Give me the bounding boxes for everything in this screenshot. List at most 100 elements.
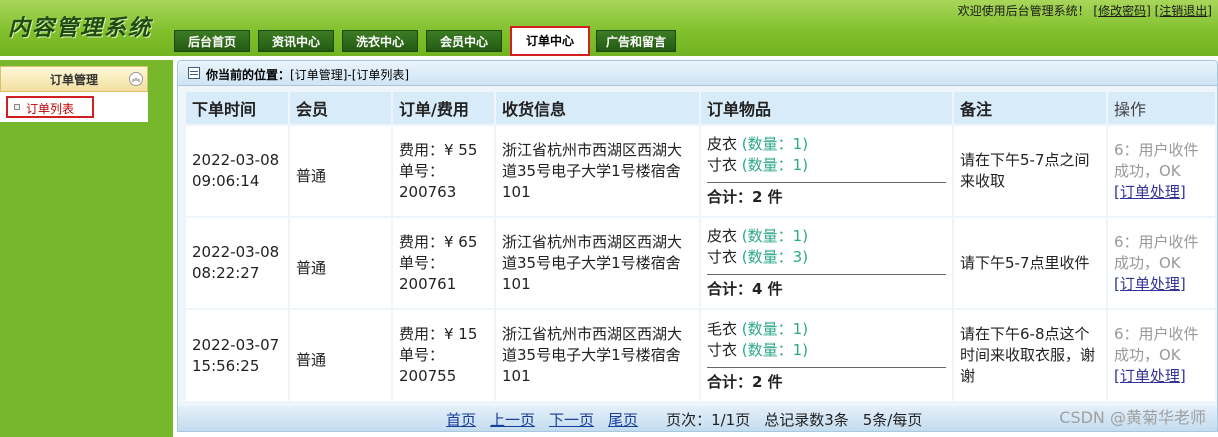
items-total: 合计：4 件 (707, 274, 946, 300)
item-qty: (数量：1) (741, 340, 809, 359)
order-status: 6：用户收件成功，OK (1114, 325, 1199, 364)
item-line: 皮衣 (数量：1) (707, 134, 946, 155)
item-line: 寸衣 (数量：1) (707, 155, 946, 176)
col-header-member: 会员 (288, 92, 392, 125)
item-qty: (数量：1) (741, 227, 809, 245)
change-password-link[interactable]: [修改密码] (1093, 4, 1150, 18)
item-name: 皮衣 (707, 135, 738, 153)
welcome-text: 欢迎使用后台管理系统！ (957, 4, 1090, 18)
tab-news[interactable]: 资讯中心 (258, 30, 334, 52)
item-line: 寸衣 (数量：1) (707, 340, 946, 361)
item-qty: (数量：3) (741, 248, 809, 266)
table-row: 2022-03-08 09:06:14 普通 费用：¥ 55 单号： 200763 浙… (186, 124, 1215, 217)
process-order-link[interactable]: [订单处理] (1114, 275, 1186, 293)
per-page: 5条/每页 (862, 411, 923, 429)
cell-order-time: 2022-03-08 08:22:27 (186, 216, 289, 309)
col-header-note: 备注 (952, 92, 1107, 125)
prev-page-link[interactable]: 上一页 (490, 411, 535, 429)
items-total: 合计：2 件 (707, 366, 946, 393)
header-bar: 内容管理系统 欢迎使用后台管理系统！ [修改密码] [注销退出] 后台首页 资讯… (0, 0, 1218, 56)
cell-note: 请在下午5-7点之间来收取 (952, 124, 1107, 217)
col-header-order-fee: 订单/费用 (391, 92, 495, 125)
order-date: 2022-03-08 (192, 151, 280, 169)
cell-items: 皮衣 (数量：1) 寸衣 (数量：3) 合计：4 件 (699, 216, 953, 309)
pagination: 首页 上一页 下一页 尾页 页次：1/1页 总记录数3条 5条/每页 (446, 409, 922, 430)
item-qty: (数量：1) (741, 135, 809, 153)
cell-note: 请下午5-7点里收件 (952, 216, 1107, 309)
cell-order-time: 2022-03-07 15:56:25 (186, 308, 289, 401)
bullet-icon (14, 104, 20, 110)
item-qty: (数量：1) (741, 319, 809, 338)
sidebar-item-label[interactable]: 订单列表 (26, 100, 74, 117)
cell-fee: 费用：¥ 55 单号： 200763 (391, 124, 495, 217)
col-header-order-time: 下单时间 (186, 92, 289, 125)
cell-action: 6：用户收件成功，OK [订单处理] (1106, 124, 1215, 217)
cell-member: 普通 (288, 124, 392, 217)
cell-items: 毛衣 (数量：1) 寸衣 (数量：1) 合计：2 件 (699, 308, 953, 401)
double-chevron-up-icon[interactable]: ︽ (129, 72, 143, 86)
cell-address: 浙江省杭州市西湖区西湖大道35号电子大学1号楼宿舍101 (494, 216, 700, 309)
process-order-link[interactable]: [订单处理] (1114, 183, 1186, 201)
item-line: 皮衣 (数量：1) (707, 226, 946, 247)
sidebar: 订单管理 ︽ 订单列表 (0, 60, 173, 437)
app-logo: 内容管理系统 (8, 16, 153, 41)
highlight-box: 订单列表 (6, 96, 94, 118)
tab-ads[interactable]: 广告和留言 (596, 30, 676, 52)
cell-member: 普通 (288, 308, 392, 401)
cell-action: 6：用户收件成功，OK [订单处理] (1106, 308, 1215, 401)
cell-address: 浙江省杭州市西湖区西湖大道35号电子大学1号楼宿舍101 (494, 124, 700, 217)
item-line: 毛衣 (数量：1) (707, 319, 946, 340)
item-line: 寸衣 (数量：3) (707, 247, 946, 268)
cell-fee: 费用：¥ 15 单号： 200755 (391, 308, 495, 401)
breadcrumb: 你当前的位置：[订单管理]-[订单列表] (206, 66, 409, 83)
first-page-link[interactable]: 首页 (446, 411, 476, 429)
cell-member: 普通 (288, 216, 392, 309)
total-records: 总记录数3条 (764, 411, 849, 429)
fee: 费用：¥ 65 (399, 232, 478, 251)
page-info: 页次：1/1页 (666, 411, 751, 429)
item-name: 皮衣 (707, 227, 738, 245)
col-header-items: 订单物品 (699, 92, 953, 125)
breadcrumb-path: [订单管理]-[订单列表] (290, 68, 410, 82)
order-no-label: 单号： (399, 161, 445, 180)
order-table: 下单时间 会员 订单/费用 收货信息 订单物品 备注 操作 2022-03-08… (186, 92, 1215, 401)
last-page-link[interactable]: 尾页 (608, 411, 638, 429)
order-date: 2022-03-07 (192, 335, 280, 354)
tab-home[interactable]: 后台首页 (174, 30, 250, 52)
cell-items: 皮衣 (数量：1) 寸衣 (数量：1) 合计：2 件 (699, 124, 953, 217)
tab-orders[interactable]: 订单中心 (510, 26, 590, 56)
order-date: 2022-03-08 (192, 243, 280, 261)
item-qty: (数量：1) (741, 156, 809, 174)
order-no-label: 单号： (399, 253, 445, 272)
item-name: 寸衣 (707, 340, 738, 359)
table-container: 下单时间 会员 订单/费用 收货信息 订单物品 备注 操作 2022-03-08… (177, 86, 1218, 406)
tab-members[interactable]: 会员中心 (426, 30, 502, 52)
item-name: 寸衣 (707, 156, 738, 174)
watermark: CSDN @黄菊华老师 (1059, 408, 1206, 427)
order-status: 6：用户收件成功，OK (1114, 232, 1199, 272)
order-no-label: 单号： (399, 346, 445, 364)
order-no: 200755 (399, 367, 457, 385)
process-order-link[interactable]: [订单处理] (1114, 367, 1186, 385)
sidebar-item-order-list[interactable]: 订单列表 (0, 92, 148, 122)
cell-note: 请在下午6-8点这个时间来收取衣服，谢谢 (952, 308, 1107, 401)
sidebar-section-header[interactable]: 订单管理 ︽ (0, 66, 148, 92)
col-header-action: 操作 (1106, 92, 1215, 125)
sidebar-section-title: 订单管理 (50, 73, 99, 87)
order-no: 200763 (399, 182, 457, 201)
main-content: 你当前的位置：[订单管理]-[订单列表] 下单时间 会员 订单/费用 收货信息 … (177, 60, 1218, 437)
next-page-link[interactable]: 下一页 (549, 411, 594, 429)
welcome-bar: 欢迎使用后台管理系统！ [修改密码] [注销退出] (958, 2, 1212, 19)
tab-laundry[interactable]: 洗衣中心 (342, 30, 418, 52)
item-name: 寸衣 (707, 248, 738, 266)
col-header-shipping: 收货信息 (494, 92, 700, 125)
breadcrumb-prefix: 你当前的位置： (206, 68, 291, 82)
cell-address: 浙江省杭州市西湖区西湖大道35号电子大学1号楼宿舍101 (494, 308, 700, 401)
breadcrumb-bar: 你当前的位置：[订单管理]-[订单列表] (177, 60, 1218, 86)
cell-action: 6：用户收件成功，OK [订单处理] (1106, 216, 1215, 309)
logout-link[interactable]: [注销退出] (1155, 4, 1212, 18)
list-icon (188, 67, 200, 79)
table-header-row: 下单时间 会员 订单/费用 收货信息 订单物品 备注 操作 (186, 92, 1215, 125)
order-no: 200761 (399, 274, 457, 293)
fee: 费用：¥ 15 (399, 325, 478, 343)
